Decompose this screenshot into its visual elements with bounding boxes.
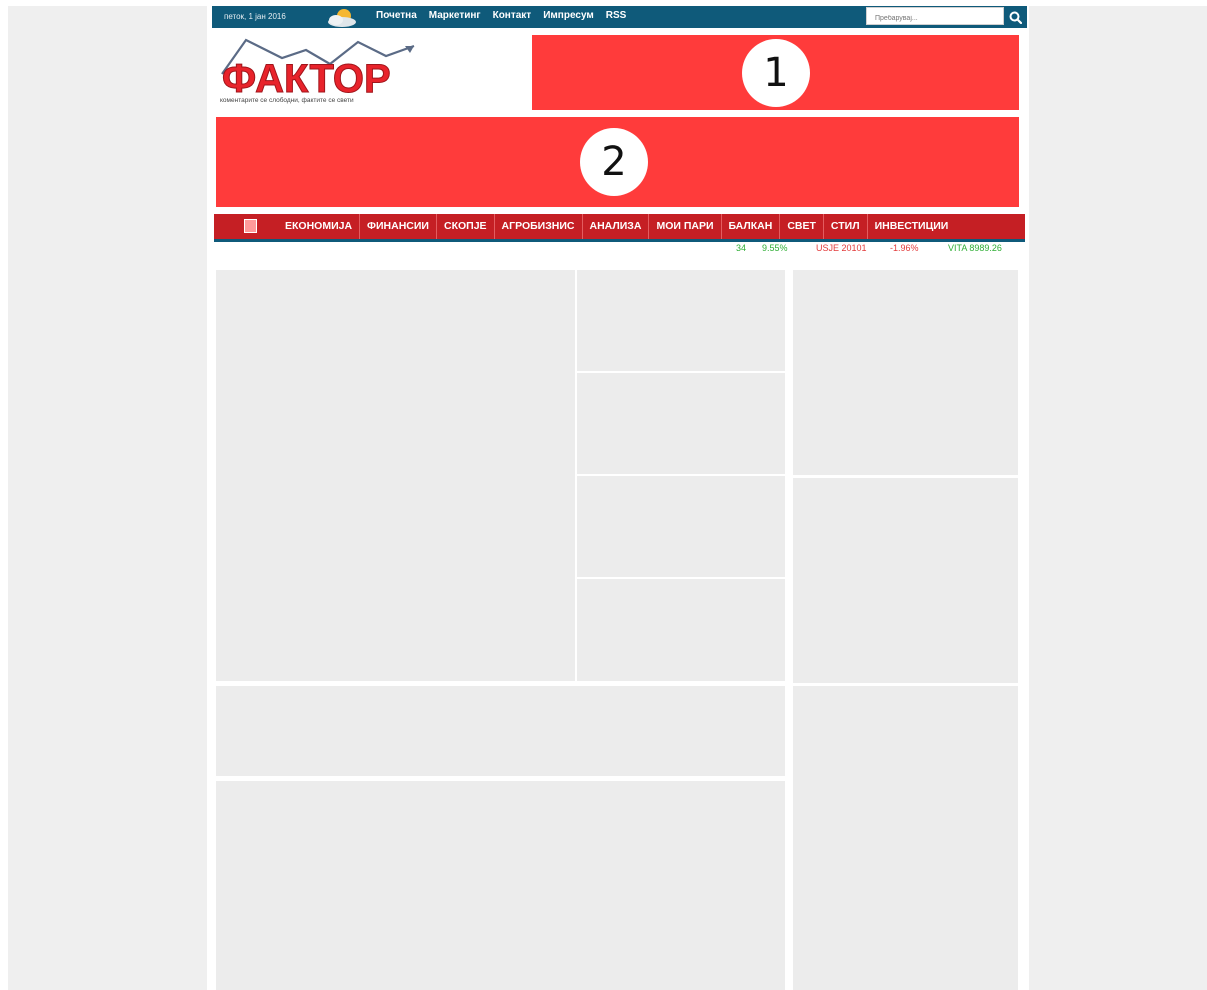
sidebar-block[interactable] [793,478,1018,683]
nav-style[interactable]: СТИЛ [822,214,867,239]
ad-banner-1[interactable]: 1 [532,35,1019,110]
ad-banner-1-number: 1 [742,39,810,107]
top-nav-rss[interactable]: RSS [606,10,627,21]
nav-analysis[interactable]: АНАЛИЗА [581,214,649,239]
top-nav-impressum[interactable]: Импресум [543,10,594,21]
ticker-change: 9.55% [762,243,788,253]
page-container: петок, 1 јан 2016 Почетна Маркетинг Конт… [212,6,1027,990]
svg-text:ФАКТОР: ФАКТОР [222,57,391,96]
sidebar-block[interactable] [793,686,1018,990]
ticker-value: 34 [736,243,747,253]
nav-my-money[interactable]: МОИ ПАРИ [648,214,720,239]
ticker-symbol: USJE 20101 [816,243,867,253]
article-block[interactable] [577,579,785,681]
top-nav-marketing[interactable]: Маркетинг [429,10,481,21]
ticker-change: -1.96% [890,243,919,253]
article-list-block[interactable] [216,781,785,990]
top-nav-home[interactable]: Почетна [376,10,417,21]
search-button[interactable] [1005,7,1025,27]
nav-agribusiness[interactable]: АГРОБИЗНИС [493,214,582,239]
article-block[interactable] [577,476,785,577]
sidebar-block[interactable] [793,270,1018,475]
wide-banner-block[interactable] [216,686,785,776]
top-nav-contact[interactable]: Контакт [493,10,532,21]
cloud-sun-icon [328,9,356,27]
main-navigation: ЕКОНОМИЈА ФИНАНСИИ СКОПЈЕ АГРОБИЗНИС АНА… [214,214,1025,242]
current-date: петок, 1 јан 2016 [224,12,286,21]
home-icon[interactable] [244,219,257,233]
logo-graphic: ФАКТОР [221,38,415,102]
nav-finance[interactable]: ФИНАНСИИ [359,214,436,239]
logo-tagline: коментарите се слободни, фактите се свет… [220,97,354,104]
nav-economy[interactable]: ЕКОНОМИЈА [278,214,359,239]
article-block[interactable] [577,270,785,371]
nav-investments[interactable]: ИНВЕСТИЦИИ [866,214,956,239]
ticker-symbol: VITA 8989.26 [948,243,1002,253]
featured-article-block[interactable] [216,270,575,681]
page-margin-right [1029,6,1207,990]
search-icon [1009,11,1022,24]
nav-skopje[interactable]: СКОПЈЕ [435,214,494,239]
stock-ticker: 34 9.55% USJE 20101 -1.96% VITA 8989.26 [212,242,1025,257]
ad-banner-2-number: 2 [580,128,648,196]
search-input[interactable] [866,7,1004,25]
nav-balkan[interactable]: БАЛКАН [720,214,780,239]
nav-world[interactable]: СВЕТ [779,214,823,239]
top-bar: петок, 1 јан 2016 Почетна Маркетинг Конт… [212,6,1027,28]
ad-banner-2[interactable]: 2 [216,117,1019,207]
article-block[interactable] [577,373,785,474]
page-margin-left [8,6,207,990]
top-navigation: Почетна Маркетинг Контакт Импресум RSS [376,10,626,21]
